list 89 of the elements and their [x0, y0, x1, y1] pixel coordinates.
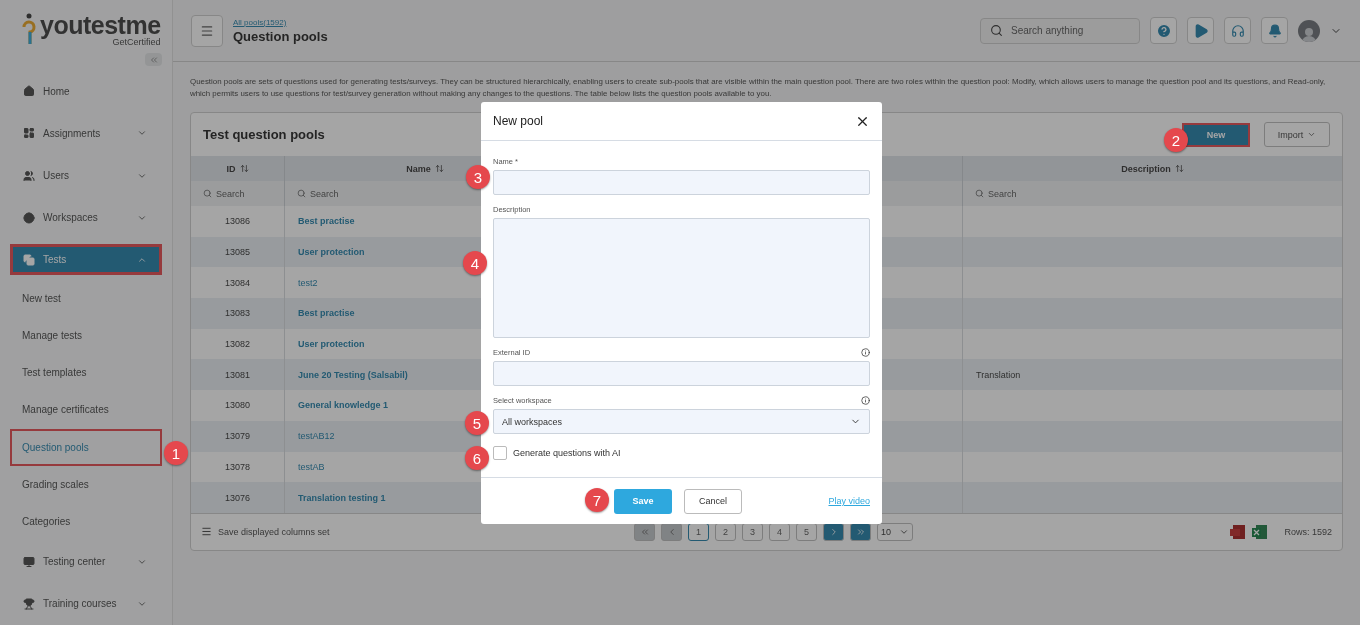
workspace-select[interactable]: All workspaces: [493, 409, 870, 434]
headset-button[interactable]: [1224, 17, 1251, 44]
caret-icon: [1307, 130, 1317, 139]
double-chevron-left-icon: [148, 54, 159, 65]
play-video-link[interactable]: Play video: [828, 496, 870, 506]
nav-item[interactable]: Users: [10, 154, 162, 197]
pool-name-link[interactable]: User protection: [298, 339, 365, 350]
nav-item[interactable]: Home: [10, 70, 162, 113]
nav-item[interactable]: Assignments: [10, 112, 162, 155]
pool-name-link[interactable]: User protection: [298, 247, 365, 258]
pool-name-link[interactable]: General knowledge 1: [298, 400, 389, 411]
nav-subitem[interactable]: Categories: [10, 503, 162, 541]
play-button[interactable]: [1187, 17, 1214, 44]
users-icon: [23, 169, 35, 182]
help-button[interactable]: [1150, 17, 1177, 44]
search-icon: [203, 189, 212, 198]
pool-name-link[interactable]: testAB: [298, 461, 325, 472]
nav-item[interactable]: Workspaces: [10, 196, 162, 239]
copy-icon: [23, 253, 35, 266]
list-icon: [201, 526, 212, 538]
pool-name-link[interactable]: test2: [298, 277, 318, 288]
column-header[interactable]: ID: [191, 156, 285, 181]
logo-name: youtestme: [40, 12, 161, 37]
logo-icon: [22, 12, 36, 47]
info-icon[interactable]: [861, 348, 870, 357]
menu-icon: [200, 23, 214, 38]
nav-subitem[interactable]: New test: [10, 279, 162, 317]
double-chevron-left-icon: [639, 526, 650, 537]
table-cell: Translation: [963, 359, 1342, 391]
pool-name-link[interactable]: Translation testing 1: [298, 492, 386, 503]
dialog-title: New pool: [493, 114, 544, 128]
nav-subitem[interactable]: Manage tests: [10, 316, 162, 354]
breadcrumb-link[interactable]: All pools(1592): [233, 17, 970, 27]
search-field[interactable]: Search anything: [980, 17, 1140, 44]
info-icon[interactable]: [861, 396, 870, 405]
checkbox-label: Generate questions with AI: [513, 448, 621, 458]
notifications-button[interactable]: [1261, 17, 1288, 44]
dashboard-icon: [23, 127, 35, 140]
column-header[interactable]: Description: [963, 156, 1342, 181]
sort-icon: [239, 164, 249, 173]
search-icon: [990, 23, 1003, 37]
help-icon: [1155, 22, 1172, 39]
collapse-button[interactable]: [145, 53, 162, 66]
logo-tagline: GetCertified: [112, 36, 161, 47]
pool-name-link[interactable]: Best practise: [298, 216, 355, 227]
table-cell: 13079: [191, 420, 285, 452]
rows-count: Rows: 1592: [1284, 526, 1332, 537]
nav-subitem[interactable]: Manage certificates: [10, 391, 162, 429]
save-columns-link[interactable]: Save displayed columns set: [218, 526, 628, 537]
table-cell: 13085: [191, 236, 285, 268]
pool-name-link[interactable]: June 20 Testing (Salsabil): [298, 369, 408, 380]
step-marker: 1: [164, 441, 188, 465]
input-field[interactable]: [493, 170, 870, 195]
monitor-icon: [23, 555, 35, 568]
pool-name-link[interactable]: testAB12: [298, 431, 335, 442]
nav-subitem[interactable]: Question pools: [10, 428, 162, 466]
home-icon: [23, 85, 35, 98]
cancel-button[interactable]: Cancel: [684, 488, 742, 514]
double-chevron-right-icon: [855, 526, 866, 537]
checkbox[interactable]: [493, 446, 507, 460]
sort-icon: [1174, 164, 1184, 173]
nav-item[interactable]: Tests: [10, 243, 162, 276]
sort-icon: [434, 164, 444, 173]
pdf-icon[interactable]: [1230, 523, 1247, 540]
new-button[interactable]: New: [1182, 122, 1250, 147]
search-icon: [975, 189, 984, 198]
menu-button[interactable]: [191, 14, 223, 47]
nav-item[interactable]: Testing center: [10, 540, 162, 583]
headset-icon: [1230, 23, 1245, 38]
save-button[interactable]: Save: [614, 488, 672, 514]
search-filter[interactable]: Search: [963, 181, 1342, 206]
avatar[interactable]: [1298, 19, 1320, 42]
page-title: Question pools: [233, 28, 329, 44]
description-field[interactable]: [493, 218, 870, 338]
import-button[interactable]: Import: [1264, 122, 1330, 147]
nav-subitem[interactable]: Grading scales: [10, 465, 162, 504]
table-cell: 13076: [191, 482, 285, 513]
trophy-icon: [23, 597, 35, 610]
bell-icon: [1267, 23, 1282, 38]
pool-name-link[interactable]: Best practise: [298, 308, 355, 319]
input-field[interactable]: [493, 361, 870, 386]
excel-icon[interactable]: [1252, 523, 1269, 540]
table-cell: 13083: [191, 298, 285, 329]
nav-item[interactable]: Training courses: [10, 582, 162, 625]
nav-subitem[interactable]: Test templates: [10, 354, 162, 392]
card-title: Test question pools: [203, 127, 326, 142]
search-icon: [297, 189, 306, 198]
search-filter[interactable]: Search: [191, 181, 285, 206]
table-cell: 13081: [191, 359, 285, 391]
